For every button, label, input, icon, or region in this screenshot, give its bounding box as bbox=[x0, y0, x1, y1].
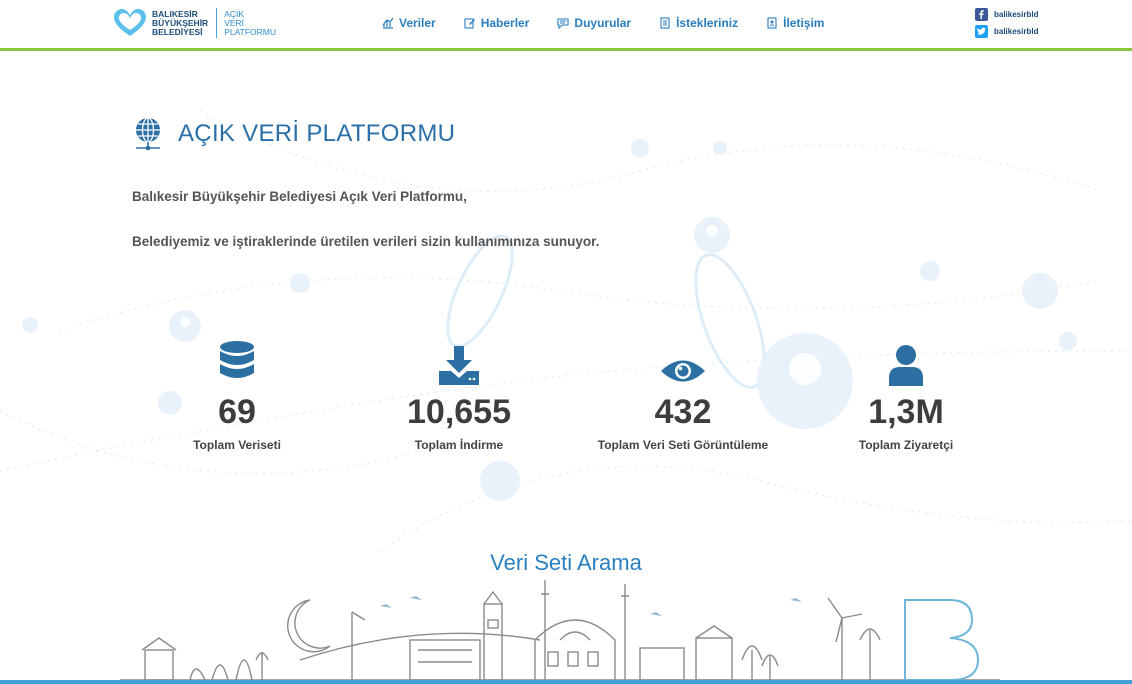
twitter-link[interactable]: balikesirbld bbox=[975, 23, 1038, 40]
site-logo[interactable]: BALIKESİR BÜYÜKŞEHİR BELEDİYESİ AÇIK VER… bbox=[112, 6, 276, 40]
org-name: BALIKESİR BÜYÜKŞEHİR BELEDİYESİ bbox=[152, 8, 209, 37]
globe-network-icon bbox=[136, 117, 160, 151]
chart-icon bbox=[382, 17, 394, 29]
eye-icon bbox=[661, 360, 705, 382]
platform-name: AÇIK VERİ PLATFORMU bbox=[224, 8, 276, 37]
city-skyline-illustration bbox=[120, 580, 1000, 681]
stat-value: 432 bbox=[654, 393, 712, 431]
facebook-link[interactable]: balikesirbld bbox=[975, 6, 1038, 23]
user-icon bbox=[889, 345, 923, 386]
nav-item-duyurular[interactable]: Duyurular bbox=[557, 16, 631, 30]
twitter-icon bbox=[975, 25, 988, 38]
statistics-section: 69 Toplam Veriseti 10,655 Toplam İndirme… bbox=[0, 340, 1132, 480]
list-icon bbox=[660, 17, 670, 29]
stat-total-downloads: 10,655 Toplam İndirme bbox=[349, 340, 569, 452]
nav-item-veriler[interactable]: Veriler bbox=[382, 16, 436, 30]
nav-label: Duyurular bbox=[574, 16, 632, 30]
stat-value: 10,655 bbox=[407, 393, 511, 431]
stat-total-visitors: 1,3M Toplam Ziyaretçi bbox=[796, 340, 1016, 452]
nav-item-iletisim[interactable]: İletişim bbox=[766, 16, 824, 30]
facebook-icon bbox=[975, 8, 988, 21]
intro-text-line2: Belediyemiz ve iştiraklerinde üretilen v… bbox=[132, 234, 600, 249]
edit-icon bbox=[464, 18, 475, 29]
nav-label: Haberler bbox=[480, 16, 530, 30]
intro-text-line1: Balıkesir Büyükşehir Belediyesi Açık Ver… bbox=[132, 189, 467, 204]
site-header: BALIKESİR BÜYÜKŞEHİR BELEDİYESİ AÇIK VER… bbox=[0, 0, 1132, 51]
stat-total-views: 432 Toplam Veri Seti Görüntüleme bbox=[573, 340, 793, 452]
contact-icon bbox=[767, 17, 777, 29]
nav-item-haberler[interactable]: Haberler bbox=[464, 16, 530, 30]
stat-value: 1,3M bbox=[868, 393, 944, 431]
nav-label: İstekleriniz bbox=[676, 16, 739, 30]
main-nav: Veriler Haberler Duyurular İstekleriniz bbox=[382, 16, 852, 30]
heart-logo-icon bbox=[114, 9, 146, 36]
dataset-search-title: Veri Seti Arama bbox=[490, 550, 642, 575]
stat-label: Toplam Veri Seti Görüntüleme bbox=[597, 438, 769, 452]
stat-label: Toplam İndirme bbox=[414, 438, 504, 452]
nav-item-istekleriniz[interactable]: İstekleriniz bbox=[659, 16, 738, 30]
bottom-bar bbox=[0, 680, 1132, 684]
page-title-row: AÇIK VERİ PLATFORMU bbox=[132, 116, 455, 152]
stat-label: Toplam Ziyaretçi bbox=[858, 438, 954, 452]
nav-label: İletişim bbox=[783, 16, 825, 30]
stat-value: 69 bbox=[218, 393, 256, 431]
logo-divider bbox=[216, 8, 218, 38]
nav-label: Veriler bbox=[399, 16, 436, 30]
message-icon bbox=[557, 18, 569, 29]
stat-label: Toplam Veriseti bbox=[193, 438, 281, 452]
social-links: balikesirbld balikesirbld bbox=[975, 6, 1038, 40]
page-title: AÇIK VERİ PLATFORMU bbox=[178, 120, 456, 147]
download-icon bbox=[439, 346, 479, 385]
facebook-handle: balikesirbld bbox=[994, 10, 1039, 19]
database-icon bbox=[220, 341, 254, 378]
stat-total-datasets: 69 Toplam Veriseti bbox=[127, 340, 347, 452]
twitter-handle: balikesirbld bbox=[994, 27, 1039, 36]
